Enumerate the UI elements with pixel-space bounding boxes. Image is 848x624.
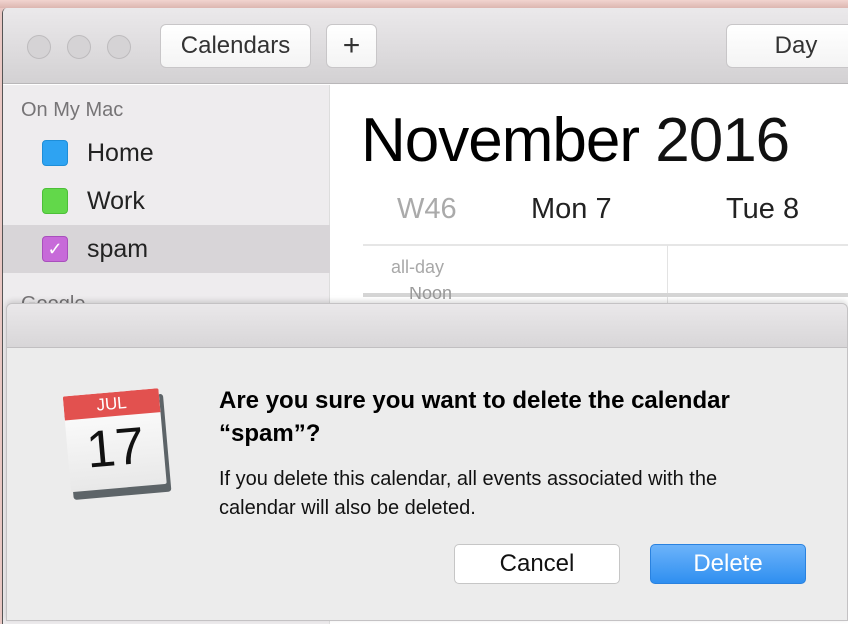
section-on-my-mac: On My Mac [21, 99, 124, 121]
day-header-tue[interactable]: Tue 8 [726, 193, 799, 226]
cancel-button[interactable]: Cancel [454, 544, 620, 584]
dialog-message: If you delete this calendar, all events … [219, 468, 718, 519]
work-color-checkbox[interactable] [42, 188, 68, 214]
day-header-mon[interactable]: Mon 7 [531, 193, 612, 226]
calendar-app-icon: JUL 17 [61, 386, 174, 501]
delete-button[interactable]: Delete [650, 544, 806, 584]
minimize-window-button[interactable] [67, 35, 91, 59]
calendars-button[interactable]: Calendars [160, 24, 311, 68]
divider [363, 244, 848, 246]
week-number: W46 [397, 193, 457, 225]
month-title: November 2016 [361, 106, 790, 175]
calendar-item-spam[interactable]: ✓ spam [3, 225, 330, 273]
dialog-header [7, 304, 847, 348]
all-day-label: all-day [391, 257, 445, 277]
dialog-title: Are you sure you want to delete the cale… [219, 387, 730, 447]
close-window-button[interactable] [27, 35, 51, 59]
calendar-item-label: spam [87, 234, 149, 263]
calendar-item-label: Home [87, 138, 154, 167]
noon-label: Noon [409, 287, 453, 299]
add-event-button[interactable]: + [326, 24, 377, 68]
calendar-item-label: Work [87, 186, 145, 215]
calendar-item-work[interactable]: Work [3, 177, 330, 225]
desktop-background [0, 0, 848, 8]
zoom-window-button[interactable] [107, 35, 131, 59]
home-color-checkbox[interactable] [42, 140, 68, 166]
checkmark-icon[interactable]: ✓ [42, 236, 68, 262]
day-view-tab[interactable]: Day [726, 24, 848, 68]
delete-calendar-dialog: JUL 17 Are you sure you want to delete t… [6, 303, 848, 621]
toolbar: Calendars + Day [3, 8, 848, 84]
calendar-item-home[interactable]: Home [3, 129, 330, 177]
icon-day: 17 [84, 416, 147, 480]
